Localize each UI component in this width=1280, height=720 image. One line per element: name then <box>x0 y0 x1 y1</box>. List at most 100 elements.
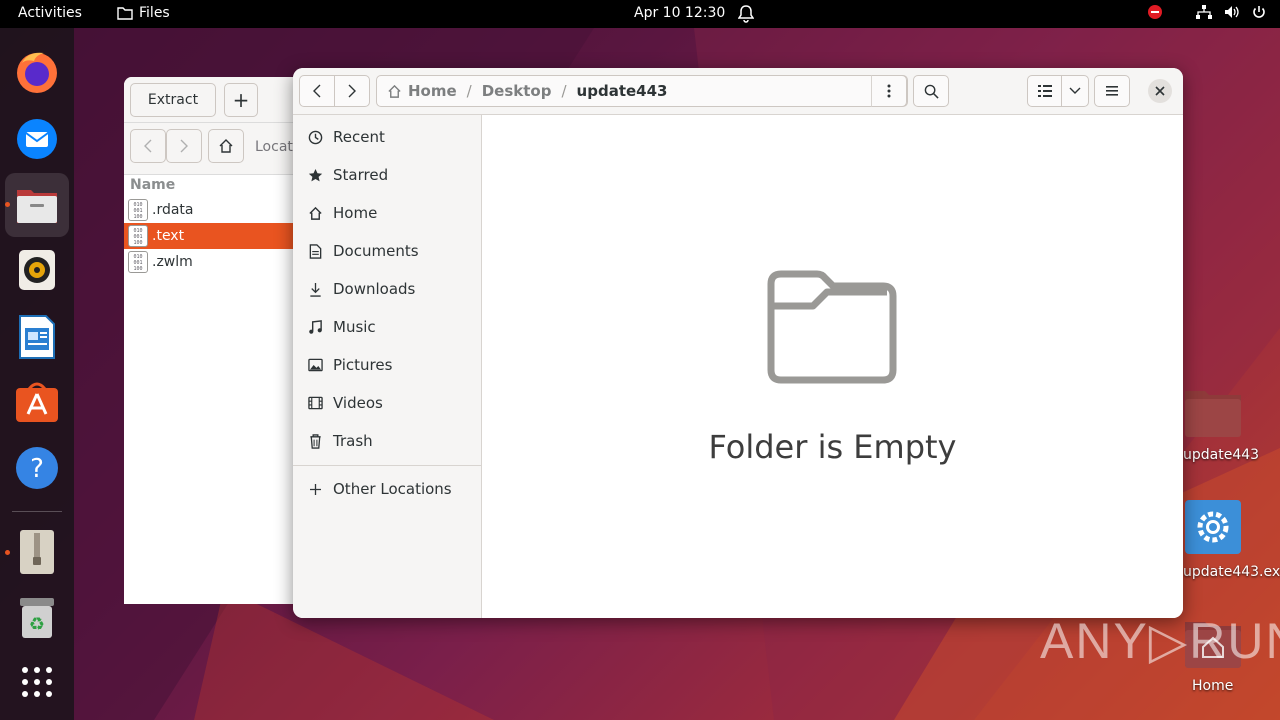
svg-text:?: ? <box>30 454 44 484</box>
home-icon <box>307 205 323 221</box>
home-button[interactable] <box>208 129 244 163</box>
chevron-right-icon <box>348 84 356 98</box>
path-menu-button[interactable] <box>871 75 907 107</box>
sidebar-item-downloads[interactable]: Downloads <box>293 270 481 308</box>
do-not-disturb-icon[interactable] <box>1148 5 1162 19</box>
sidebar-item-label: Recent <box>333 128 385 146</box>
desktop-icon-label: Home <box>1192 678 1234 694</box>
activities-button[interactable]: Activities <box>18 5 82 21</box>
firefox-icon <box>17 52 57 93</box>
extract-button[interactable]: Extract <box>130 83 216 117</box>
forward-button[interactable] <box>334 75 370 107</box>
app-center-launcher[interactable] <box>13 378 61 426</box>
location-label: Locat <box>255 139 293 155</box>
sidebar-item-label: Starred <box>333 166 389 184</box>
star-icon <box>307 167 323 183</box>
header-bar: Home / Desktop / update443 <box>293 68 1183 115</box>
sidebar-item-label: Videos <box>333 394 383 412</box>
sidebar-item-music[interactable]: Music <box>293 308 481 346</box>
clock-icon <box>307 129 323 145</box>
more-vertical-icon <box>887 84 891 98</box>
places-sidebar: Recent Starred Home Documents Downloads … <box>293 115 482 618</box>
search-button[interactable] <box>913 75 949 107</box>
sidebar-item-label: Pictures <box>333 356 393 374</box>
dock: ? ♻ <box>0 28 74 720</box>
document-icon <box>307 243 323 259</box>
home-icon <box>219 139 233 153</box>
chevron-left-icon <box>313 84 321 98</box>
svg-text:♻: ♻ <box>29 614 45 635</box>
thunderbird-launcher[interactable] <box>13 114 61 162</box>
firefox-launcher[interactable] <box>13 48 61 96</box>
binary-file-icon: 010 001 100 <box>128 251 148 273</box>
sidebar-item-home[interactable]: Home <box>293 194 481 232</box>
sidebar-item-documents[interactable]: Documents <box>293 232 481 270</box>
help-icon: ? <box>16 447 58 489</box>
rhythmbox-launcher[interactable] <box>13 246 61 294</box>
sidebar-item-pictures[interactable]: Pictures <box>293 346 481 384</box>
system-tray[interactable] <box>1148 5 1266 19</box>
trash-icon: ♻ <box>20 598 54 638</box>
speaker-icon <box>19 250 55 290</box>
close-icon <box>1155 86 1165 96</box>
video-icon <box>307 395 323 411</box>
bell-icon[interactable] <box>738 5 754 23</box>
grid-icon <box>22 667 52 697</box>
binary-file-icon: 010 001 100 <box>128 225 148 247</box>
archive-manager-launcher[interactable] <box>13 528 61 576</box>
sidebar-item-label: Trash <box>333 432 373 450</box>
back-button[interactable] <box>299 75 335 107</box>
sidebar-item-label: Music <box>333 318 376 336</box>
main-menu-button[interactable] <box>1094 75 1130 107</box>
sidebar-item-label: Home <box>333 204 378 222</box>
home-icon <box>388 84 401 98</box>
sidebar-item-starred[interactable]: Starred <box>293 156 481 194</box>
desktop-icon-label: update443 <box>1183 447 1260 463</box>
sidebar-item-label: Documents <box>333 242 419 260</box>
anyrun-watermark: ANY▷RUN <box>1040 613 1280 669</box>
help-launcher[interactable]: ? <box>13 444 61 492</box>
picture-icon <box>307 357 323 373</box>
chevron-down-icon <box>1069 87 1081 94</box>
breadcrumb-home[interactable]: Home <box>408 82 457 100</box>
sidebar-item-videos[interactable]: Videos <box>293 384 481 422</box>
folder-icon <box>117 7 133 20</box>
back-button[interactable] <box>130 129 166 163</box>
sidebar-item-recent[interactable]: Recent <box>293 118 481 156</box>
view-options-button[interactable] <box>1061 75 1089 107</box>
files-window[interactable]: Home / Desktop / update443 Recent Starre… <box>293 68 1183 618</box>
file-name: .rdata <box>152 202 194 218</box>
trash-icon <box>307 433 323 449</box>
sidebar-item-trash[interactable]: Trash <box>293 422 481 460</box>
writer-launcher[interactable] <box>13 313 61 361</box>
show-apps-button[interactable] <box>13 658 61 706</box>
folder-content-area[interactable]: Folder is Empty <box>482 115 1183 618</box>
top-bar: Activities Files Apr 10 12:30 <box>0 0 1280 28</box>
chevron-right-icon <box>180 139 188 153</box>
breadcrumb-desktop[interactable]: Desktop <box>482 82 552 100</box>
files-launcher[interactable] <box>5 173 69 237</box>
empty-folder-icon <box>767 270 897 384</box>
breadcrumb-current[interactable]: update443 <box>577 82 668 100</box>
volume-icon <box>1225 6 1239 18</box>
empty-folder-message: Folder is Empty <box>708 428 957 466</box>
trash-launcher[interactable]: ♻ <box>13 594 61 642</box>
path-bar[interactable]: Home / Desktop / update443 <box>376 75 908 107</box>
network-icon <box>1196 5 1212 19</box>
list-view-icon <box>1037 85 1052 97</box>
clock[interactable]: Apr 10 12:30 <box>634 5 725 21</box>
file-name: .text <box>152 228 185 244</box>
hamburger-menu-icon <box>1106 86 1118 96</box>
app-menu[interactable]: Files <box>117 5 170 21</box>
add-files-button[interactable]: + <box>224 83 258 117</box>
breadcrumb-separator: / <box>561 82 567 100</box>
gear-icon <box>1185 500 1241 554</box>
app-store-icon <box>16 382 58 422</box>
close-button[interactable] <box>1148 79 1172 103</box>
view-list-button[interactable] <box>1027 75 1062 107</box>
breadcrumb-separator: / <box>466 82 472 100</box>
app-menu-label: Files <box>139 5 170 21</box>
thunderbird-icon <box>17 119 57 159</box>
sidebar-item-other-locations[interactable]: Other Locations <box>293 470 481 508</box>
forward-button[interactable] <box>166 129 202 163</box>
